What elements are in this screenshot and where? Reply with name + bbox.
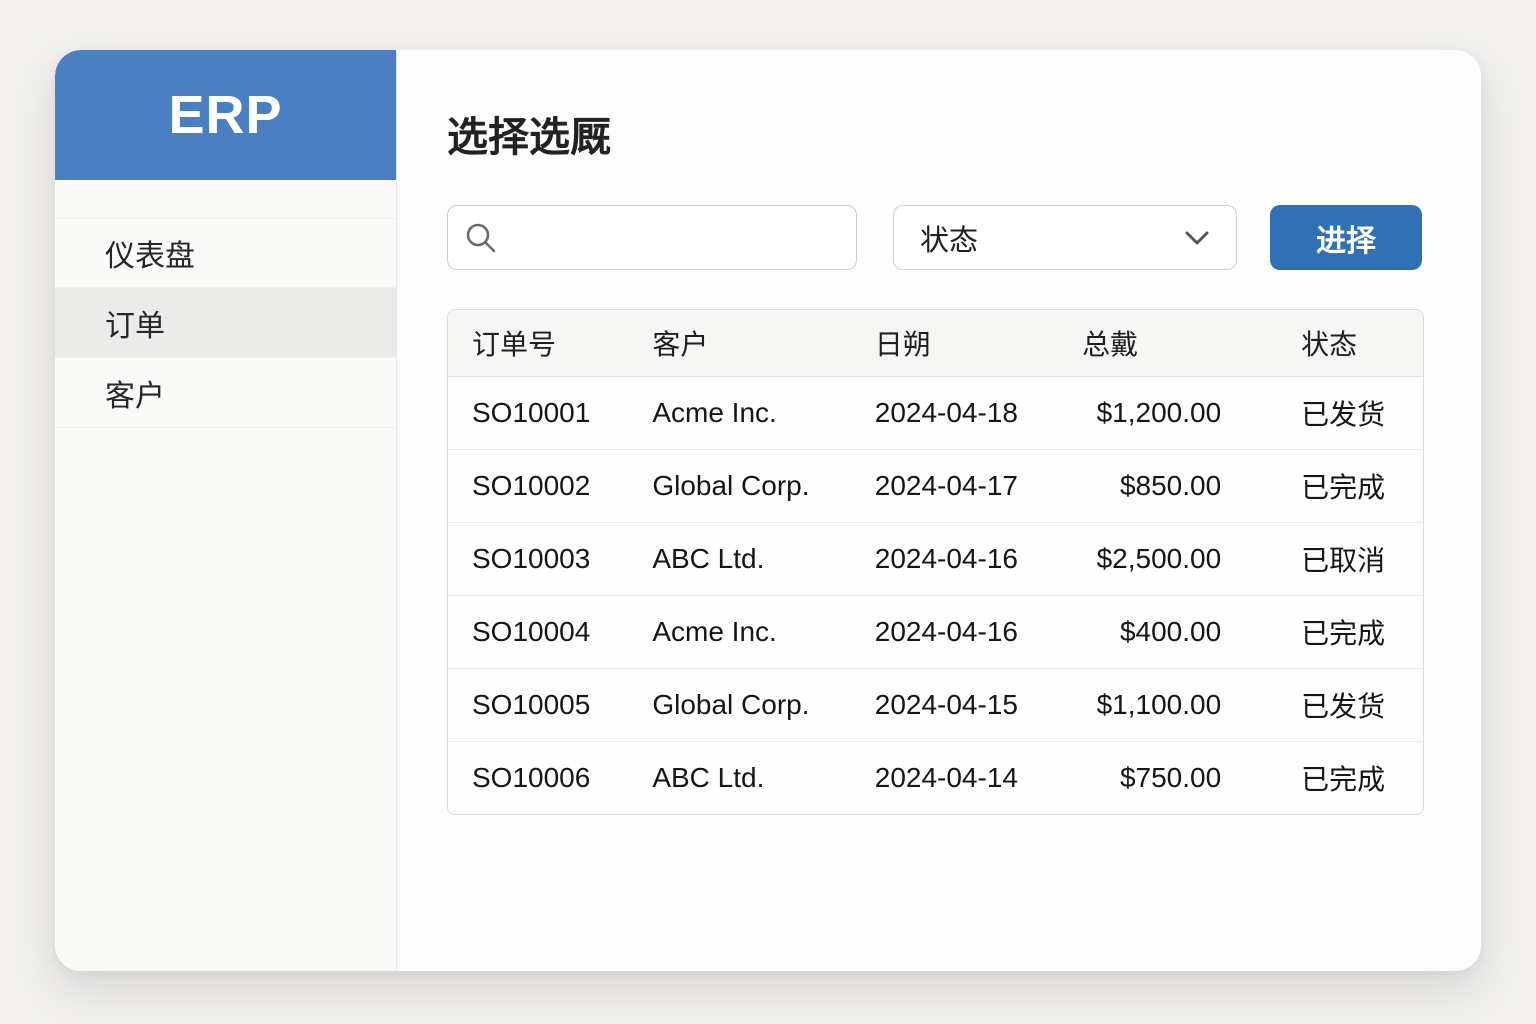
cell-date: 2024-04-16 xyxy=(850,522,1059,596)
sidebar: ERP 仪表盘 订单 客户 xyxy=(55,50,397,971)
cell-order-no: SO10006 xyxy=(448,741,629,814)
sidebar-item[interactable]: 客户 xyxy=(55,358,396,428)
status-dropdown-label: 状态 xyxy=(920,224,979,257)
cell-order-no: SO10001 xyxy=(448,376,629,450)
table-row[interactable]: SO10004 Acme Inc. 2024-04-16 $400.00 已完成 xyxy=(448,595,1423,669)
header-row: 订单号 客户 日朔 总戴 状态 xyxy=(448,310,1423,377)
cell-status: 已完成 xyxy=(1245,595,1423,669)
cell-customer: ABC Ltd. xyxy=(628,522,851,596)
table-row[interactable]: SO10006 ABC Ltd. 2024-04-14 $750.00 已完成 xyxy=(448,741,1423,814)
column-header: 总戴 xyxy=(1058,310,1246,377)
cell-date: 2024-04-18 xyxy=(850,376,1059,450)
search-icon xyxy=(466,223,496,252)
cell-status: 已完成 xyxy=(1245,741,1423,814)
cell-amount: $1,200.00 xyxy=(1058,376,1246,450)
orders-table-body: SO10001 Acme Inc. 2024-04-18 $1,200.00 已发货 SO… xyxy=(448,376,1423,814)
cell-customer: Acme Inc. xyxy=(628,376,851,450)
cell-date: 2024-04-15 xyxy=(850,668,1059,742)
sidebar-item[interactable]: 仪表盘 xyxy=(55,218,396,288)
cell-date: 2024-04-16 xyxy=(850,595,1059,669)
search-box[interactable] xyxy=(447,205,871,270)
orders-table: 订单号 客户 日朔 总戴 状态 SO10001 Acme Inc. 2024-04-18 $1… xyxy=(448,310,1423,814)
table-row[interactable]: SO10002 Global Corp. 2024-04-17 $850.00 已完成 xyxy=(448,449,1423,523)
page-title: 选择选厩 xyxy=(447,114,611,160)
cell-status: 已完成 xyxy=(1245,449,1423,523)
cell-status: 已取消 xyxy=(1245,522,1423,596)
cell-customer: Global Corp. xyxy=(628,449,851,523)
column-header: 客户 xyxy=(628,310,851,377)
cell-customer: Acme Inc. xyxy=(628,595,851,669)
app-logo: ERP xyxy=(55,50,396,180)
sidebar-item[interactable]: 订单 xyxy=(55,288,396,358)
select-button[interactable]: 进择 xyxy=(1270,205,1422,270)
cell-amount: $850.00 xyxy=(1058,449,1246,523)
cell-amount: $2,500.00 xyxy=(1058,522,1246,596)
app-window: ERP 仪表盘 订单 客户 选择选厩 状态 进择 订单号 客户 日朔 总戴 状态… xyxy=(55,50,1481,971)
cell-amount: $400.00 xyxy=(1058,595,1246,669)
cell-amount: $1,100.00 xyxy=(1058,668,1246,742)
table-row[interactable]: SO10003 ABC Ltd. 2024-04-16 $2,500.00 已取消 xyxy=(448,522,1423,596)
table-row[interactable]: SO10005 Global Corp. 2024-04-15 $1,100.00 已发… xyxy=(448,668,1423,742)
cell-customer: ABC Ltd. xyxy=(628,741,851,814)
toolbar: 状态 进择 xyxy=(447,205,1424,270)
cell-status: 已发货 xyxy=(1245,668,1423,742)
orders-table-header: 订单号 客户 日朔 总戴 状态 xyxy=(448,310,1423,377)
column-header: 状态 xyxy=(1245,310,1423,377)
search-input[interactable] xyxy=(510,206,871,269)
cell-order-no: SO10003 xyxy=(448,522,629,596)
table-row[interactable]: SO10001 Acme Inc. 2024-04-18 $1,200.00 已发货 xyxy=(448,376,1423,450)
main-content: 选择选厩 状态 进择 订单号 客户 日朔 总戴 状态 SO10001 Acme … xyxy=(397,50,1481,971)
column-header: 日朔 xyxy=(850,310,1059,377)
cell-amount: $750.00 xyxy=(1058,741,1246,814)
sidebar-nav: 仪表盘 订单 客户 xyxy=(55,218,396,428)
cell-status: 已发货 xyxy=(1245,376,1423,450)
cell-order-no: SO10005 xyxy=(448,668,629,742)
column-header: 订单号 xyxy=(448,310,629,377)
cell-order-no: SO10002 xyxy=(448,449,629,523)
chevron-down-icon xyxy=(1185,231,1209,244)
status-dropdown[interactable]: 状态 xyxy=(893,205,1237,270)
cell-order-no: SO10004 xyxy=(448,595,629,669)
cell-date: 2024-04-14 xyxy=(850,741,1059,814)
cell-date: 2024-04-17 xyxy=(850,449,1059,523)
cell-customer: Global Corp. xyxy=(628,668,851,742)
orders-table-container: 订单号 客户 日朔 总戴 状态 SO10001 Acme Inc. 2024-04-18 $1… xyxy=(447,309,1424,815)
